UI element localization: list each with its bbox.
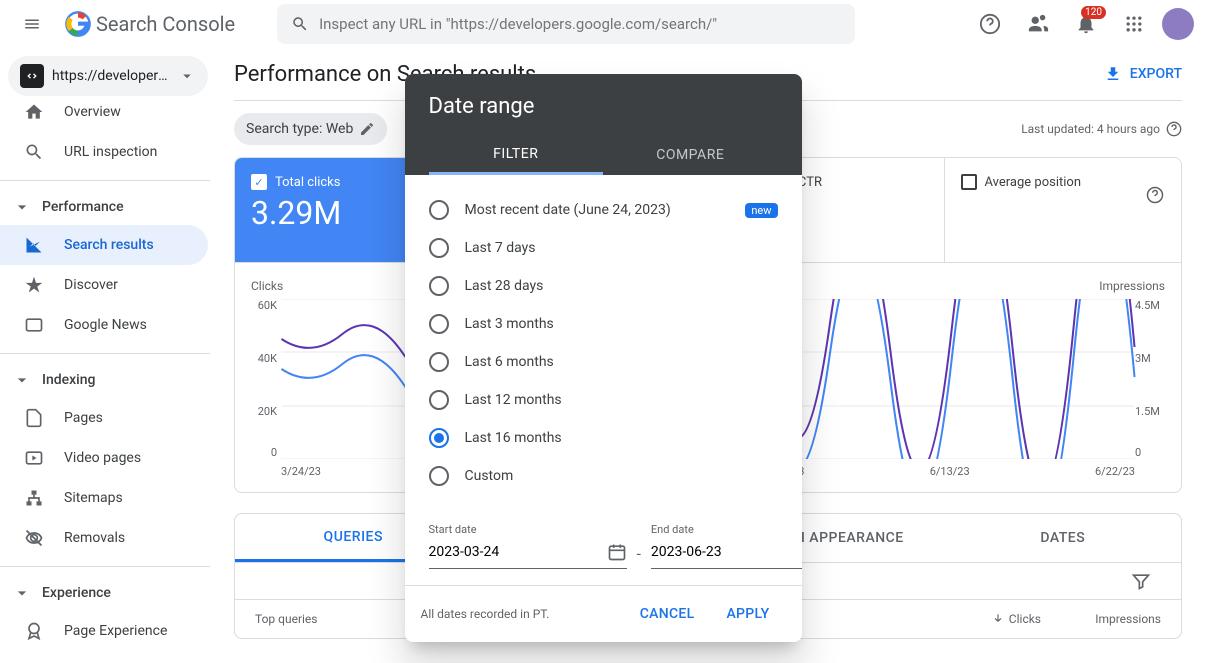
- radio-label: Last 28 days: [465, 278, 778, 294]
- date-option-2[interactable]: Last 28 days: [429, 267, 778, 305]
- end-date-label: End date: [651, 523, 802, 536]
- date-separator: -: [637, 544, 641, 569]
- radio-label: Last 3 months: [465, 316, 778, 332]
- calendar-icon[interactable]: [607, 542, 627, 562]
- date-option-7[interactable]: Custom: [429, 457, 778, 495]
- radio-label: Most recent date (June 24, 2023): [465, 202, 730, 218]
- radio-icon: [429, 428, 449, 448]
- date-option-6[interactable]: Last 16 months: [429, 419, 778, 457]
- modal-tab-filter[interactable]: FILTER: [429, 135, 604, 175]
- date-option-0[interactable]: Most recent date (June 24, 2023) new: [429, 191, 778, 229]
- radio-label: Last 16 months: [465, 430, 778, 446]
- modal-overlay[interactable]: Date range FILTER COMPARE Most recent da…: [0, 0, 1206, 663]
- radio-icon: [429, 352, 449, 372]
- radio-label: Last 12 months: [465, 392, 778, 408]
- radio-icon: [429, 390, 449, 410]
- apply-button[interactable]: APPLY: [710, 598, 785, 630]
- start-date-input[interactable]: [429, 544, 607, 560]
- radio-label: Custom: [465, 468, 778, 484]
- end-date-input[interactable]: [651, 544, 802, 560]
- modal-title: Date range: [429, 94, 778, 119]
- radio-icon: [429, 314, 449, 334]
- radio-icon: [429, 276, 449, 296]
- footer-note: All dates recorded in PT.: [421, 607, 624, 621]
- radio-icon: [429, 238, 449, 258]
- radio-label: Last 6 months: [465, 354, 778, 370]
- date-option-1[interactable]: Last 7 days: [429, 229, 778, 267]
- start-date-label: Start date: [429, 523, 627, 536]
- radio-label: Last 7 days: [465, 240, 778, 256]
- modal-tab-compare[interactable]: COMPARE: [603, 135, 778, 175]
- date-option-3[interactable]: Last 3 months: [429, 305, 778, 343]
- radio-icon: [429, 200, 449, 220]
- cancel-button[interactable]: CANCEL: [624, 598, 711, 630]
- radio-icon: [429, 466, 449, 486]
- date-option-5[interactable]: Last 12 months: [429, 381, 778, 419]
- date-range-modal: Date range FILTER COMPARE Most recent da…: [405, 74, 802, 642]
- new-badge: new: [745, 203, 777, 218]
- date-option-4[interactable]: Last 6 months: [429, 343, 778, 381]
